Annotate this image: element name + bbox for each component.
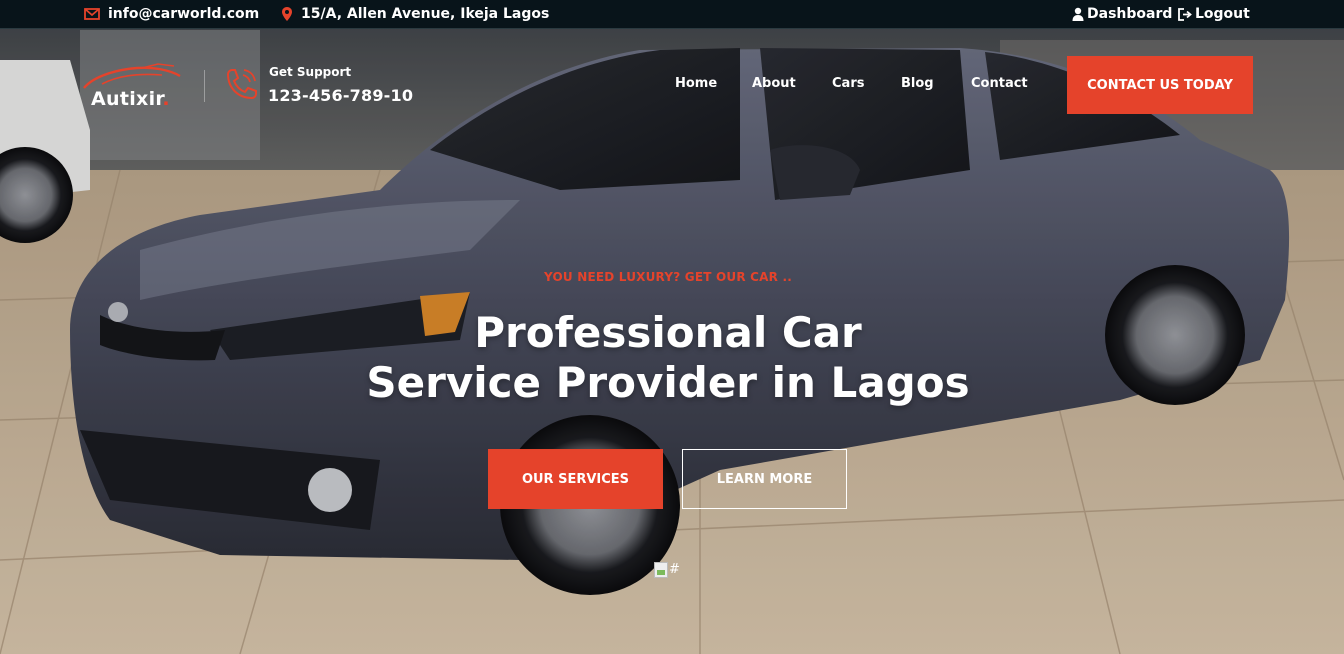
envelope-icon bbox=[84, 8, 100, 20]
nav-blog[interactable]: Blog bbox=[901, 76, 934, 91]
nav-contact[interactable]: Contact bbox=[971, 76, 1028, 91]
broken-image[interactable]: # bbox=[654, 562, 680, 580]
address-text: 15/A, Allen Avenue, Ikeja Lagos bbox=[301, 6, 550, 22]
logo-text: Autixir. bbox=[91, 88, 170, 110]
email-text: info@carworld.com bbox=[108, 6, 260, 22]
map-pin-icon bbox=[281, 6, 293, 22]
nav-cars[interactable]: Cars bbox=[832, 76, 864, 91]
dashboard-label: Dashboard bbox=[1087, 6, 1173, 22]
support-phone[interactable]: 123-456-789-10 bbox=[268, 86, 413, 105]
contact-address: 15/A, Allen Avenue, Ikeja Lagos bbox=[281, 6, 549, 22]
contact-email[interactable]: info@carworld.com bbox=[84, 6, 259, 22]
hero-title: Professional Car Service Provider in Lag… bbox=[0, 308, 1336, 408]
hero-subtitle: YOU NEED LUXURY? GET OUR CAR .. bbox=[544, 270, 792, 284]
logout-link[interactable]: Logout bbox=[1178, 6, 1250, 22]
dashboard-link[interactable]: Dashboard bbox=[1072, 6, 1172, 22]
header-divider bbox=[204, 70, 205, 102]
broken-image-alt: # bbox=[669, 562, 680, 577]
logout-label: Logout bbox=[1195, 6, 1250, 22]
nav-home[interactable]: Home bbox=[675, 76, 717, 91]
hero-title-line-2: Service Provider in Lagos bbox=[366, 358, 970, 407]
our-services-button[interactable]: OUR SERVICES bbox=[488, 449, 663, 509]
support-label: Get Support bbox=[269, 65, 352, 79]
nav-about[interactable]: About bbox=[752, 76, 796, 91]
broken-image-icon bbox=[654, 562, 668, 578]
top-info-bar: info@carworld.com 15/A, Allen Avenue, Ik… bbox=[0, 0, 1344, 29]
phone-icon bbox=[222, 66, 260, 104]
learn-more-button[interactable]: LEARN MORE bbox=[682, 449, 847, 509]
user-icon bbox=[1072, 7, 1084, 21]
hero-title-line-1: Professional Car bbox=[474, 308, 862, 357]
contact-us-today-button[interactable]: CONTACT US TODAY bbox=[1067, 56, 1253, 114]
site-logo[interactable]: Autixir. bbox=[82, 62, 190, 112]
sign-out-icon bbox=[1178, 7, 1192, 21]
